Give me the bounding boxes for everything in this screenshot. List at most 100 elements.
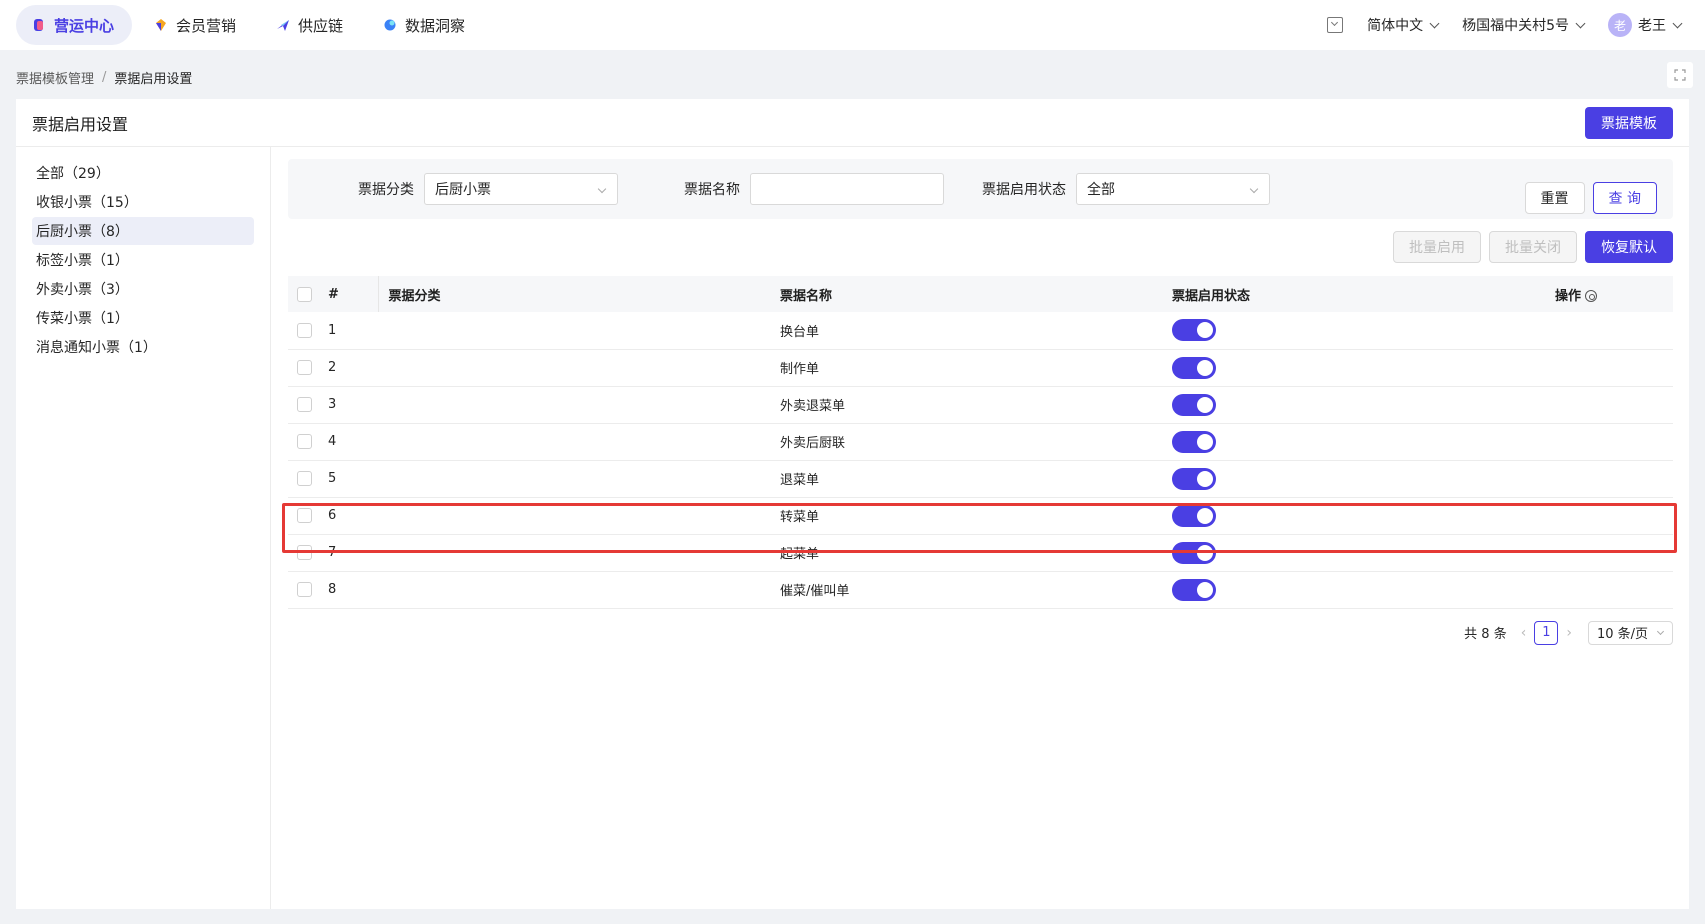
category-sidebar: 全部（29） 收银小票（15） 后厨小票（8） 标签小票（1） 外卖小票（3） …	[16, 147, 271, 909]
status-filter-label: 票据启用状态	[982, 182, 1066, 198]
top-nav-bar: 营运中心 会员营销 供应链 数据洞察 简体中文 杨国福中关村5号 老 老王	[0, 0, 1705, 50]
sidebar-item-serving[interactable]: 传菜小票（1）	[32, 304, 254, 332]
row-name: 催菜/催叫单	[770, 571, 1162, 609]
select-all-checkbox[interactable]	[297, 286, 312, 302]
row-index: 2	[328, 349, 378, 387]
pagination-bar: 共 8 条 ‹ 1 › 10 条/页	[288, 620, 1673, 661]
row-checkbox[interactable]	[297, 471, 312, 486]
row-checkbox[interactable]	[297, 545, 312, 560]
row-index: 4	[328, 423, 378, 461]
nav-label: 营运中心	[54, 16, 115, 35]
sidebar-item-takeout[interactable]: 外卖小票（3）	[32, 275, 254, 303]
breadcrumb-parent-link[interactable]: 票据模板管理	[16, 68, 94, 87]
sidebar-item-notification[interactable]: 消息通知小票（1）	[32, 333, 254, 361]
sidebar-item-label[interactable]: 标签小票（1）	[32, 246, 254, 274]
row-checkbox[interactable]	[297, 508, 312, 523]
row-status-cell	[1162, 497, 1555, 535]
ticket-table: # 票据分类 票据名称 票据启用状态 操作 1 换台单 2 制作单 3 外卖退菜单 4 外卖后…	[288, 276, 1673, 609]
row-name: 外卖后厨联	[770, 423, 1162, 461]
row-category	[378, 386, 770, 424]
row-category	[378, 571, 770, 609]
nav-item-data-insight[interactable]: 数据洞察	[367, 5, 483, 45]
status-select[interactable]: 全部	[1076, 173, 1270, 205]
header-category: 票据分类	[377, 276, 770, 312]
row-name: 转菜单	[770, 497, 1162, 535]
row-select-cell	[288, 460, 328, 498]
pagination-total: 共 8 条	[1464, 627, 1507, 642]
row-category	[378, 534, 770, 572]
nav-item-member-marketing[interactable]: 会员营销	[138, 5, 254, 45]
gear-icon[interactable]	[1585, 290, 1598, 302]
status-toggle[interactable]	[1172, 541, 1216, 564]
operation-header-label: 操作	[1555, 288, 1582, 304]
sidebar-item-cashier[interactable]: 收银小票（15）	[32, 188, 254, 216]
row-checkbox[interactable]	[297, 397, 312, 412]
row-category	[378, 423, 770, 461]
row-checkbox[interactable]	[297, 434, 312, 449]
user-menu[interactable]: 老 老王	[1608, 13, 1683, 37]
row-checkbox[interactable]	[297, 322, 312, 338]
main-card: 票据启用设置 票据模板 全部（29） 收银小票（15） 后厨小票（8） 标签小票…	[16, 99, 1689, 909]
row-category	[378, 312, 770, 350]
breadcrumb-current: 票据启用设置	[114, 72, 193, 87]
prev-page-icon[interactable]: ‹	[1521, 625, 1527, 641]
row-select-cell	[288, 349, 328, 387]
row-index: 7	[328, 534, 378, 572]
sidebar-item-all[interactable]: 全部（29）	[32, 159, 254, 187]
header-select-all[interactable]	[288, 276, 328, 312]
download-icon[interactable]	[1327, 17, 1344, 33]
row-status-cell	[1162, 423, 1555, 461]
category-select[interactable]: 后厨小票	[424, 173, 618, 205]
status-toggle[interactable]	[1172, 430, 1216, 453]
row-operation	[1555, 386, 1673, 424]
chevron-down-icon	[1429, 18, 1440, 28]
row-select-cell	[288, 534, 328, 572]
ticket-name-input[interactable]	[751, 174, 943, 204]
status-toggle[interactable]	[1172, 578, 1216, 601]
header-operation: 操作	[1555, 276, 1673, 312]
store-select[interactable]: 杨国福中关村5号	[1462, 15, 1586, 35]
fullscreen-icon[interactable]	[1667, 62, 1693, 88]
sidebar-item-kitchen[interactable]: 后厨小票（8）	[32, 217, 254, 245]
chevron-down-icon	[597, 184, 607, 194]
row-status-cell	[1162, 571, 1555, 609]
category-select-value: 后厨小票	[435, 182, 491, 198]
page-size-select[interactable]: 10 条/页	[1587, 620, 1673, 645]
header-name: 票据名称	[770, 276, 1162, 312]
row-checkbox[interactable]	[297, 582, 312, 597]
header-index: #	[328, 276, 378, 312]
name-filter-label: 票据名称	[684, 182, 740, 198]
table-row: 3 外卖退菜单	[288, 386, 1673, 424]
nav-item-operations[interactable]: 营运中心	[16, 5, 133, 45]
page-number-button[interactable]: 1	[1534, 620, 1559, 645]
status-toggle[interactable]	[1172, 356, 1216, 379]
row-checkbox[interactable]	[297, 360, 312, 375]
restore-default-button[interactable]: 恢复默认	[1585, 231, 1673, 263]
row-status-cell	[1162, 349, 1555, 387]
table-header-row: # 票据分类 票据名称 票据启用状态 操作	[288, 276, 1673, 312]
status-toggle[interactable]	[1172, 319, 1216, 342]
reset-button[interactable]: 重置	[1524, 182, 1585, 214]
next-page-icon[interactable]: ›	[1566, 625, 1572, 641]
row-select-cell	[288, 497, 328, 535]
status-toggle[interactable]	[1172, 393, 1216, 416]
language-select[interactable]: 简体中文	[1367, 15, 1440, 35]
status-toggle[interactable]	[1172, 504, 1216, 527]
row-name: 退菜单	[770, 460, 1162, 498]
row-operation	[1555, 460, 1673, 498]
page-size-value: 10 条/页	[1596, 627, 1648, 642]
table-row: 6 转菜单	[288, 497, 1673, 535]
batch-enable-button[interactable]: 批量启用	[1393, 231, 1481, 263]
status-toggle[interactable]	[1172, 467, 1216, 490]
category-filter-label: 票据分类	[358, 182, 414, 198]
nav-item-supply-chain[interactable]: 供应链	[260, 5, 361, 45]
card-header: 票据启用设置	[16, 99, 1689, 147]
row-category	[378, 497, 770, 535]
batch-disable-button[interactable]: 批量关闭	[1489, 231, 1577, 263]
row-status-cell	[1162, 460, 1555, 498]
ticket-template-button[interactable]: 票据模板	[1585, 107, 1673, 139]
row-index: 6	[328, 497, 378, 535]
table-row: 8 催菜/催叫单	[288, 571, 1673, 609]
row-index: 5	[328, 460, 378, 498]
query-button[interactable]: 查 询	[1592, 182, 1657, 214]
